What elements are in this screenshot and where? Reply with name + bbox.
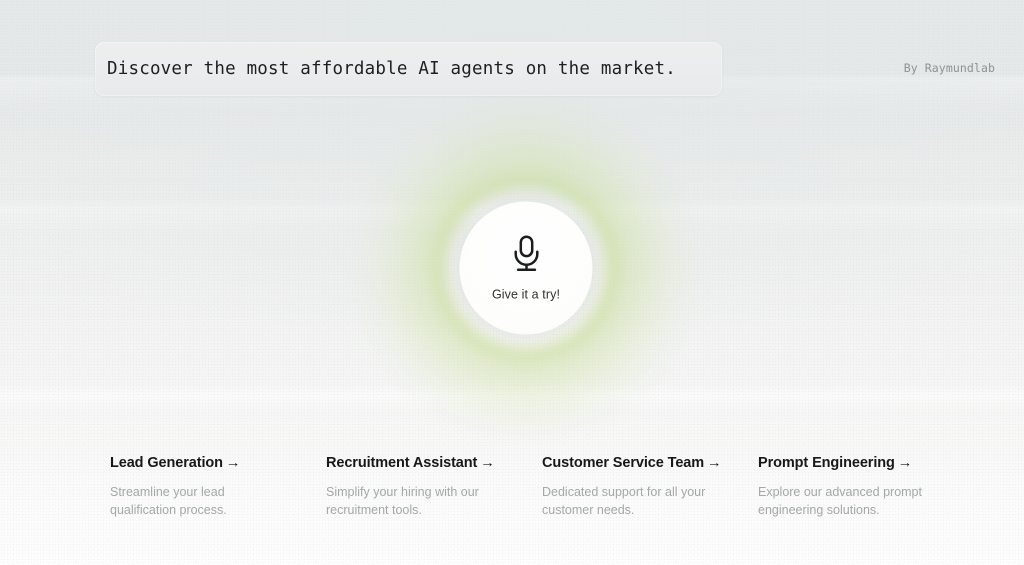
feature-card-title-text: Prompt Engineering xyxy=(758,455,895,471)
feature-card-title-text: Customer Service Team xyxy=(542,455,705,471)
feature-card-prompt-engineering[interactable]: Prompt Engineering → Explore our advanced… xyxy=(758,455,974,519)
feature-card-title[interactable]: Customer Service Team → xyxy=(542,455,758,471)
feature-card-title[interactable]: Recruitment Assistant → xyxy=(326,455,542,471)
feature-card-title-text: Lead Generation xyxy=(110,455,223,471)
feature-card-customer-service-team[interactable]: Customer Service Team → Dedicated support… xyxy=(542,455,758,519)
feature-card-list: Lead Generation → Streamline your lead qu… xyxy=(110,455,974,519)
arrow-right-icon: → xyxy=(225,455,241,471)
arrow-right-icon: → xyxy=(480,455,495,471)
feature-card-title[interactable]: Lead Generation → xyxy=(110,455,326,471)
feature-card-title[interactable]: Prompt Engineering → xyxy=(758,455,974,471)
microphone-button[interactable]: Give it a try! xyxy=(459,201,593,335)
microphone-icon xyxy=(508,233,544,278)
microphone-button-label: Give it a try! xyxy=(491,287,561,301)
feature-card-lead-generation[interactable]: Lead Generation → Streamline your lead qu… xyxy=(110,455,326,519)
feature-card-description: Simplify your hiring with our recruitmen… xyxy=(326,485,479,517)
headline-text: Discover the most affordable AI agents o… xyxy=(107,59,677,79)
arrow-right-icon: → xyxy=(707,455,722,471)
arrow-right-icon: → xyxy=(897,455,913,471)
feature-card-description: Explore our advanced prompt engineering … xyxy=(758,485,922,517)
byline-attribution: By Raymundlab xyxy=(903,61,995,75)
feature-card-description: Dedicated support for all your customer … xyxy=(542,485,706,517)
feature-card-recruitment-assistant[interactable]: Recruitment Assistant → Simplify your hir… xyxy=(326,455,542,519)
voice-input-area: Give it a try! xyxy=(356,98,696,438)
feature-card-title-text: Recruitment Assistant xyxy=(326,455,478,471)
feature-card-description: Streamline your lead qualification proce… xyxy=(110,485,227,517)
headline-banner: Discover the most affordable AI agents o… xyxy=(95,42,722,96)
